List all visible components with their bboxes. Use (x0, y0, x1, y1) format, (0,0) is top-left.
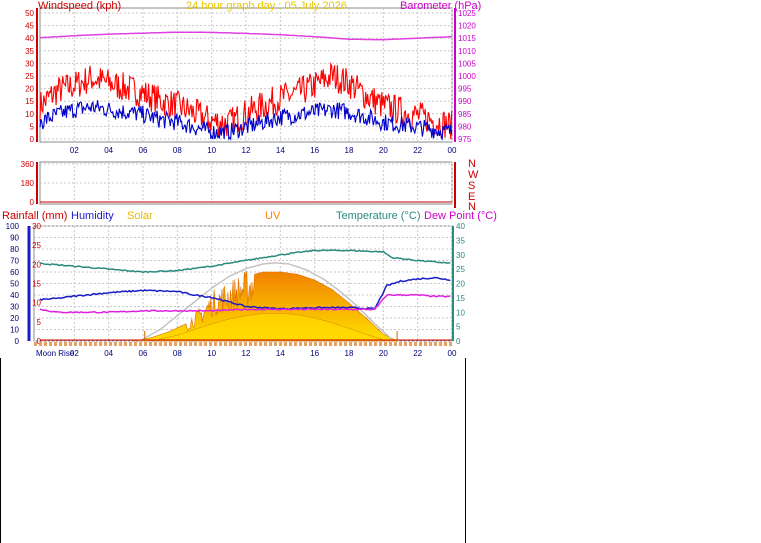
temp-y-tick: 5 (456, 323, 461, 332)
rain-y-tick: 15 (32, 280, 41, 289)
humidity-y-tick: 0 (15, 337, 20, 346)
lower-x-tick: 20 (379, 349, 388, 358)
wind-y-tick: 35 (25, 47, 34, 56)
rainfall-label: Rainfall (mm) (2, 210, 67, 222)
solar-label: Solar (127, 210, 153, 222)
wind-x-tick: 02 (70, 146, 79, 155)
rain-y-tick: 20 (32, 260, 41, 269)
wind-x-tick: 18 (345, 146, 354, 155)
humidity-y-tick: 10 (10, 326, 19, 335)
lower-x-tick: 18 (345, 349, 354, 358)
humidity-y-tick: 30 (10, 303, 19, 312)
baro-y-tick: 995 (458, 85, 472, 94)
weather-chart-svg: 0510152025303540455097598098599099510001… (0, 0, 497, 543)
wind-y-tick: 40 (25, 34, 34, 43)
wind-x-tick: 00 (448, 146, 457, 155)
wind-x-tick: 08 (173, 146, 182, 155)
baro-y-tick: 1020 (458, 22, 476, 31)
lower-x-tick: 08 (173, 349, 182, 358)
baro-y-tick: 990 (458, 97, 472, 106)
baro-y-tick: 1010 (458, 47, 476, 56)
dewpoint-label: Dew Point (°C) (424, 210, 497, 222)
wind-y-tick: 0 (30, 135, 35, 144)
lower-x-tick: 14 (276, 349, 285, 358)
wind-y-tick: 20 (25, 85, 34, 94)
wind-y-tick: 10 (25, 110, 34, 119)
rain-y-tick: 5 (37, 318, 42, 327)
humidity-y-tick: 20 (10, 314, 19, 323)
moon-rise-label: Moon Rise (36, 349, 75, 358)
humidity-y-tick: 60 (10, 268, 19, 277)
humidity-y-tick: 50 (10, 280, 19, 289)
lower-x-tick: 00 (448, 349, 457, 358)
temp-y-tick: 10 (456, 308, 465, 317)
wind-y-tick: 30 (25, 59, 34, 68)
temp-y-tick: 40 (456, 222, 465, 231)
temp-y-tick: 0 (456, 337, 461, 346)
wind-x-tick: 14 (276, 146, 285, 155)
wind-x-tick: 16 (310, 146, 319, 155)
humidity-y-tick: 80 (10, 245, 19, 254)
baro-y-tick: 1000 (458, 72, 476, 81)
temp-y-tick: 35 (456, 236, 465, 245)
wind-y-tick: 5 (30, 122, 35, 131)
lower-x-tick: 06 (139, 349, 148, 358)
wind-y-tick: 50 (25, 9, 34, 18)
humidity-y-tick: 70 (10, 257, 19, 266)
baro-y-tick: 1005 (458, 59, 476, 68)
baro-y-tick: 985 (458, 110, 472, 119)
temp-y-tick: 25 (456, 265, 465, 274)
temp-y-tick: 20 (456, 280, 465, 289)
temp-y-tick: 15 (456, 294, 465, 303)
dir-y-tick: 360 (21, 160, 35, 169)
temp-y-tick: 30 (456, 251, 465, 260)
dir-y-tick: 180 (21, 179, 35, 188)
temperature-label: Temperature (°C) (336, 210, 420, 222)
humidity-label: Humidity (71, 210, 114, 222)
lower-x-tick: 10 (207, 349, 216, 358)
baro-y-tick: 1015 (458, 34, 476, 43)
lower-x-tick: 22 (413, 349, 422, 358)
chart-title: 24 hour graph day : 05 July 2026 (186, 0, 347, 12)
wind-x-tick: 20 (379, 146, 388, 155)
baro-y-tick: 975 (458, 135, 472, 144)
weather-graph-page: 0 5 10 15 20 25 30 35 40 45 50 975 980 985 990 995 1000 1… (0, 0, 761, 543)
wind-y-tick: 25 (25, 72, 34, 81)
rain-y-tick: 25 (32, 241, 41, 250)
lower-x-tick: 04 (104, 349, 113, 358)
wind-x-tick: 04 (104, 146, 113, 155)
windspeed-label: Windspeed (kph) (38, 0, 121, 12)
wind-y-tick: 15 (25, 97, 34, 106)
humidity-y-tick: 40 (10, 291, 19, 300)
wind-x-tick: 12 (242, 146, 251, 155)
humidity-y-tick: 90 (10, 234, 19, 243)
wind-x-tick: 22 (413, 146, 422, 155)
dir-y-tick: 0 (30, 198, 35, 207)
wind-x-tick: 10 (207, 146, 216, 155)
rain-y-tick: 30 (32, 222, 41, 231)
uv-label: UV (265, 210, 281, 222)
lower-x-tick: 12 (242, 349, 251, 358)
rain-y-tick: 10 (32, 299, 41, 308)
wind-x-tick: 06 (139, 146, 148, 155)
baro-y-tick: 980 (458, 122, 472, 131)
humidity-y-tick: 100 (6, 222, 20, 231)
lower-x-tick: 16 (310, 349, 319, 358)
wind-y-tick: 45 (25, 22, 34, 31)
barometer-label: Barometer (hPa) (400, 0, 481, 12)
